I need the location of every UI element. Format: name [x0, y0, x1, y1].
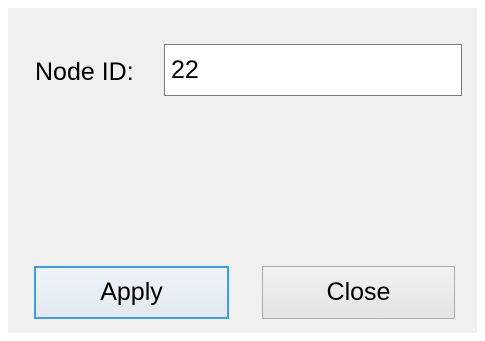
apply-button[interactable]: Apply	[34, 266, 229, 319]
node-id-dialog: Node ID: Apply Close	[8, 8, 477, 333]
node-id-label: Node ID:	[35, 58, 134, 86]
node-id-input[interactable]	[164, 44, 462, 96]
close-button[interactable]: Close	[262, 266, 455, 319]
